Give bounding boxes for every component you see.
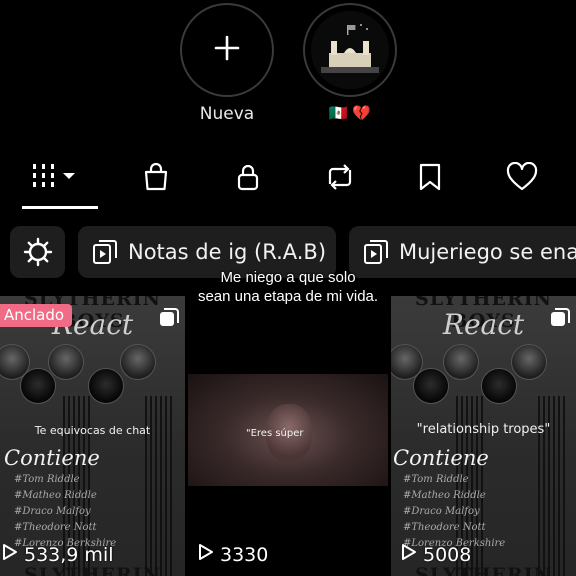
tab-saved[interactable] [408, 157, 452, 201]
collection-icon [363, 239, 389, 265]
tab-reposts[interactable] [318, 157, 362, 201]
highlight-label-new: Nueva [199, 104, 255, 124]
video-quote: "Eres súper [246, 428, 304, 439]
gear-icon [23, 237, 53, 267]
repost-icon [324, 162, 356, 196]
tab-reels-grid[interactable] [31, 157, 81, 201]
avatar [88, 368, 124, 404]
play-icon [401, 543, 417, 566]
chip-label: Notas de ig (R.A.B) [128, 240, 327, 264]
names-list: #Tom Riddle #Matheo Riddle #Draco Malfoy… [14, 474, 117, 549]
collection-icon [92, 239, 118, 265]
reel-post-1[interactable]: SLYTHERIN BOYS React Anclado Te equivoca… [0, 296, 185, 576]
avatar [120, 344, 156, 380]
view-count: 533,9 mil [2, 543, 114, 566]
contiene-title: Contiene [393, 446, 489, 470]
view-count: 3330 [198, 543, 268, 566]
pinned-badge: Anclado [0, 304, 73, 327]
avatar [511, 344, 547, 380]
names-list: #Tom Riddle #Matheo Riddle #Draco Malfoy… [403, 474, 506, 549]
view-count: 5008 [401, 543, 471, 566]
tab-liked[interactable] [500, 157, 544, 201]
shopping-bag-icon [141, 162, 171, 196]
heart-icon [506, 161, 538, 196]
avatar [20, 368, 56, 404]
bookmark-icon [416, 162, 444, 196]
avatar [48, 344, 84, 380]
chip-label: Mujeriego se ena [399, 240, 576, 264]
plus-icon [213, 34, 241, 66]
carousel-icon [159, 308, 179, 332]
new-highlight-button[interactable] [180, 3, 274, 97]
tab-private[interactable] [226, 157, 270, 201]
avatar [481, 368, 517, 404]
reel-post-3[interactable]: SLYTHERIN BOYS React "relationship trope… [391, 296, 576, 576]
avatar [443, 344, 479, 380]
highlight-label-mexico: 🇲🇽 💔 [328, 104, 372, 122]
grid-icon [31, 162, 81, 196]
gate-decoration [142, 396, 172, 576]
video-frame: "Eres súper [188, 374, 388, 486]
lock-icon [233, 162, 263, 196]
post-subtitle: Te equivocas de chat [34, 424, 151, 437]
overlay-caption: Me niego a que solo sean una etapa de mi… [197, 269, 379, 305]
cathedral-night-thumbnail [311, 11, 389, 89]
avatar [413, 368, 449, 404]
play-icon [2, 543, 18, 566]
contiene-title: Contiene [4, 446, 100, 470]
react-title: React [442, 308, 525, 341]
tab-shop[interactable] [134, 157, 178, 201]
highlight-mexico[interactable] [303, 3, 397, 97]
carousel-icon [550, 308, 570, 332]
post-subtitle: "relationship tropes" [416, 422, 551, 437]
chip-settings[interactable] [10, 226, 65, 278]
reel-post-2[interactable]: "Eres súper 3330 [188, 296, 388, 576]
active-tab-indicator [22, 206, 98, 209]
play-icon [198, 543, 214, 566]
